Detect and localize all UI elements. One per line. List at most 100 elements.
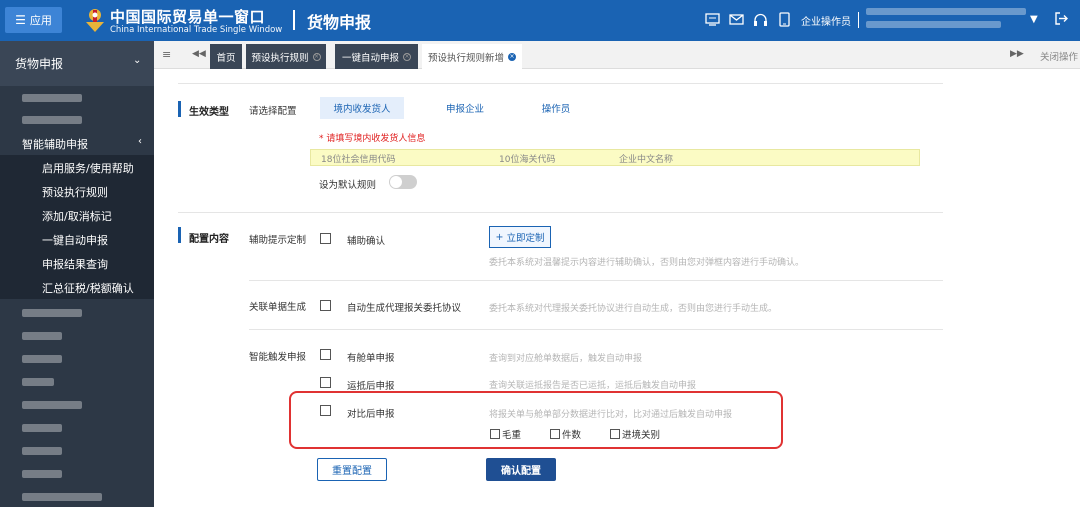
- assist-confirm-checkbox[interactable]: [320, 233, 331, 244]
- close-all-tabs[interactable]: 关闭操作: [1040, 49, 1078, 63]
- assist-confirm-label: 辅助确认: [347, 236, 386, 247]
- sidebar-item-blurred[interactable]: [0, 301, 154, 325]
- select-config-label: 请选择配置: [249, 106, 297, 117]
- role-divider: [858, 12, 859, 28]
- default-rule-label: 设为默认规则: [319, 180, 377, 191]
- plus-icon: +: [495, 231, 504, 243]
- consignee-input-row[interactable]: 18位社会信用代码 10位海关代码 企业中文名称: [310, 149, 920, 166]
- confirm-config-button[interactable]: 确认配置: [486, 458, 556, 481]
- smart-trigger-label: 智能触发申报: [249, 352, 307, 363]
- sidebar-item-blurred[interactable]: [0, 108, 154, 132]
- sidebar: 货物申报 ⌄ 智能辅助申报 ‹ 启用服务/使用帮助 预设执行规则 添加/取消标记…: [0, 41, 154, 507]
- divider: [249, 280, 943, 281]
- manifest-checkbox[interactable]: [320, 349, 331, 360]
- highlight-box: [289, 391, 783, 449]
- main-content: 生效类型 请选择配置 境内收发货人 申报企业 操作员 * 请填写境内收发货人信息…: [154, 69, 1080, 507]
- divider: [249, 329, 943, 330]
- sidebar-item-blurred[interactable]: [0, 347, 154, 371]
- arrival-checkbox[interactable]: [320, 377, 331, 388]
- logout-icon[interactable]: [1054, 11, 1069, 29]
- section-marker: [178, 101, 181, 117]
- compare-option-gross-weight[interactable]: 毛重: [490, 427, 521, 441]
- page-title: 货物申报: [307, 13, 372, 32]
- mail-icon[interactable]: [728, 11, 745, 28]
- option-domestic-consignee[interactable]: 境内收发货人: [320, 97, 404, 119]
- sidebar-item-blurred[interactable]: [0, 462, 154, 486]
- manifest-description: 查询到对应舱单数据后，触发自动申报: [489, 354, 643, 364]
- sidebar-item-blurred[interactable]: [0, 393, 154, 417]
- customs-code-placeholder[interactable]: 10位海关代码: [499, 152, 555, 165]
- sidebar-item-tax-confirm[interactable]: 汇总征税/税额确认: [0, 275, 154, 299]
- compare-label: 对比后申报: [347, 409, 395, 420]
- arrival-label: 运抵后申报: [347, 381, 395, 392]
- sidebar-top-category[interactable]: 货物申报 ⌄: [0, 41, 154, 86]
- sidebar-item-result-query[interactable]: 申报结果查询: [0, 251, 154, 275]
- close-icon[interactable]: ×: [508, 52, 516, 61]
- section-title-config-content: 配置内容: [189, 234, 229, 245]
- sidebar-item-preset-rules[interactable]: 预设执行规则: [0, 179, 154, 203]
- tab-new-preset-rule[interactable]: 预设执行规则新增 ×: [422, 44, 522, 69]
- tabs-menu-icon[interactable]: ≡: [162, 48, 171, 61]
- emblem-logo-icon: [86, 9, 104, 32]
- arrival-description: 查询关联运抵报告是否已运抵，运抵后触发自动申报: [489, 381, 697, 391]
- assist-description: 委托本系统对温馨提示内容进行辅助确认，否则由您对弹框内容进行手动确认。: [489, 258, 805, 268]
- user-role: 企业操作员: [801, 17, 851, 28]
- tabs-next-icon[interactable]: ▶▶: [1010, 49, 1024, 59]
- sidebar-section-smart-assist[interactable]: 智能辅助申报 ‹: [0, 131, 154, 155]
- option-operator[interactable]: 操作员: [526, 97, 586, 119]
- sidebar-top-label: 货物申报: [15, 57, 64, 71]
- app-menu-label: 应用: [29, 14, 52, 27]
- manifest-label: 有舱单申报: [347, 353, 395, 364]
- sidebar-item-blurred[interactable]: [0, 439, 154, 463]
- divider: [178, 212, 943, 213]
- reset-config-button[interactable]: 重置配置: [317, 458, 387, 481]
- auto-generate-label: 自动生成代理报关委托协议: [347, 303, 462, 314]
- sidebar-item-blurred[interactable]: [0, 416, 154, 440]
- tab-home[interactable]: 首页: [210, 44, 242, 69]
- auto-generate-description: 委托本系统对代理报关委托协议进行自动生成，否则由您进行手动生成。: [489, 304, 778, 314]
- headset-icon[interactable]: [752, 11, 769, 28]
- auto-generate-checkbox[interactable]: [320, 300, 331, 311]
- tab-preset-rules[interactable]: 预设执行规则 ×: [246, 44, 326, 69]
- monitor-icon[interactable]: [704, 11, 721, 28]
- chevron-down-icon: ⌄: [133, 55, 142, 66]
- option-declaring-company[interactable]: 申报企业: [434, 97, 496, 119]
- app-menu-button[interactable]: ☰ 应用: [5, 7, 62, 33]
- sidebar-item-blurred[interactable]: [0, 485, 154, 507]
- linked-doc-label: 关联单据生成: [249, 302, 307, 313]
- tabs-prev-icon[interactable]: ◀◀: [192, 49, 206, 59]
- gross-weight-checkbox[interactable]: [490, 429, 500, 439]
- default-rule-toggle[interactable]: [389, 175, 417, 189]
- user-info-redacted: [866, 8, 1026, 34]
- toggle-knob: [390, 176, 402, 188]
- sidebar-item-blurred[interactable]: [0, 370, 154, 394]
- sidebar-item-auto-declare[interactable]: 一键自动申报: [0, 227, 154, 251]
- tabs-bar: ≡ ◀◀ 首页 预设执行规则 × 一键自动申报 × 预设执行规则新增 × ▶▶ …: [154, 41, 1080, 69]
- header-divider: [293, 10, 295, 30]
- sidebar-item-mark[interactable]: 添加/取消标记: [0, 203, 154, 227]
- credit-code-placeholder[interactable]: 18位社会信用代码: [321, 152, 395, 165]
- warning-text: * 请填写境内收发货人信息: [319, 134, 426, 144]
- brand-name-cn: 中国国际贸易单一窗口: [110, 8, 266, 26]
- sidebar-item-help[interactable]: 启用服务/使用帮助: [0, 155, 154, 179]
- entry-customs-checkbox[interactable]: [610, 429, 620, 439]
- close-icon[interactable]: ×: [312, 52, 321, 61]
- sidebar-item-blurred[interactable]: [0, 324, 154, 348]
- user-dropdown-icon[interactable]: ▼: [1030, 14, 1038, 25]
- divider: [178, 83, 943, 84]
- company-name-placeholder[interactable]: 企业中文名称: [619, 152, 673, 165]
- pieces-checkbox[interactable]: [550, 429, 560, 439]
- compare-option-entry-customs[interactable]: 进境关别: [610, 427, 660, 441]
- tab-auto-declare[interactable]: 一键自动申报 ×: [335, 44, 418, 69]
- compare-option-pieces[interactable]: 件数: [550, 427, 581, 441]
- brand-name-en: China International Trade Single Window: [110, 25, 283, 35]
- compare-checkbox[interactable]: [320, 405, 331, 416]
- section-title-effect-type: 生效类型: [189, 107, 229, 118]
- sidebar-item-blurred[interactable]: [0, 86, 154, 110]
- customize-now-button[interactable]: + 立即定制: [489, 226, 551, 248]
- close-icon[interactable]: ×: [403, 52, 411, 61]
- mobile-icon[interactable]: [776, 11, 793, 28]
- sidebar-section-label: 智能辅助申报: [22, 138, 88, 151]
- compare-description: 将报关单与舱单部分数据进行比对，比对通过后触发自动申报: [489, 410, 733, 420]
- chevron-left-icon: ‹: [138, 136, 142, 147]
